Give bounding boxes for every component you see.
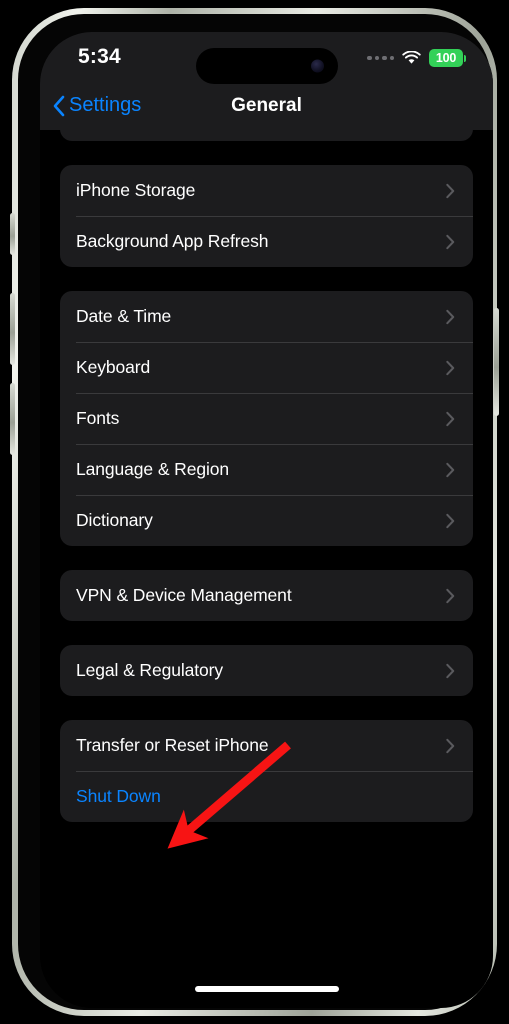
settings-group-storage: iPhone Storage Background App Refresh: [60, 165, 473, 267]
power-button[interactable]: [494, 308, 499, 416]
action-button[interactable]: [10, 213, 15, 255]
settings-row[interactable]: Transfer or Reset iPhone: [60, 720, 473, 771]
settings-row-label: Legal & Regulatory: [76, 660, 224, 680]
wifi-icon: [402, 51, 421, 64]
settings-row-label: Language & Region: [76, 459, 230, 479]
settings-row-label: Date & Time: [76, 306, 172, 326]
settings-row-label: Dictionary: [76, 510, 153, 530]
settings-row-label: Background App Refresh: [76, 231, 269, 251]
chevron-right-icon: [446, 462, 455, 477]
settings-group-legal: Legal & Regulatory: [60, 645, 473, 696]
device-frame: CarPlayiPhone StorageBackground App Refr…: [10, 8, 499, 1016]
settings-scroll-view[interactable]: CarPlayiPhone StorageBackground App Refr…: [40, 32, 493, 1008]
page-title: General: [231, 95, 302, 116]
battery-indicator: 100: [429, 49, 463, 67]
settings-row[interactable]: Legal & Regulatory: [60, 645, 473, 696]
status-indicators: 100: [367, 49, 466, 67]
chevron-right-icon: [446, 411, 455, 426]
volume-up-button[interactable]: [10, 293, 15, 365]
settings-group-vpn: VPN & Device Management: [60, 570, 473, 621]
chevron-right-icon: [446, 588, 455, 603]
settings-row[interactable]: iPhone Storage: [60, 165, 473, 216]
status-time: 5:34: [78, 45, 121, 68]
settings-group-reset: Transfer or Reset iPhone Shut Down: [60, 720, 473, 822]
settings-row-label: Shut Down: [76, 786, 161, 806]
settings-row[interactable]: Shut Down: [60, 771, 473, 822]
chevron-right-icon: [446, 309, 455, 324]
settings-row-label: Keyboard: [76, 357, 151, 377]
volume-down-button[interactable]: [10, 383, 15, 455]
signal-dots-icon: [367, 55, 394, 61]
dynamic-island: [195, 48, 338, 84]
settings-row-label: VPN & Device Management: [76, 585, 292, 605]
settings-row[interactable]: Language & Region: [60, 444, 473, 495]
settings-row[interactable]: VPN & Device Management: [60, 570, 473, 621]
settings-row[interactable]: Fonts: [60, 393, 473, 444]
settings-row-label: Fonts: [76, 408, 120, 428]
front-camera-icon: [310, 59, 324, 73]
settings-group-localization: Date & Time Keyboard Fonts Language & Regio…: [60, 291, 473, 546]
settings-row[interactable]: Keyboard: [60, 342, 473, 393]
phone-screen: CarPlayiPhone StorageBackground App Refr…: [40, 32, 493, 1008]
settings-row-label: iPhone Storage: [76, 180, 196, 200]
chevron-right-icon: [446, 738, 455, 753]
settings-row[interactable]: Date & Time: [60, 291, 473, 342]
home-indicator[interactable]: [194, 986, 339, 992]
chevron-right-icon: [446, 513, 455, 528]
chevron-right-icon: [446, 663, 455, 678]
chevron-right-icon: [446, 360, 455, 375]
chevron-right-icon: [446, 183, 455, 198]
settings-row[interactable]: Background App Refresh: [60, 216, 473, 267]
settings-row-label: Transfer or Reset iPhone: [76, 735, 269, 755]
settings-row[interactable]: Dictionary: [60, 495, 473, 546]
navigation-bar: Settings General: [40, 90, 493, 130]
battery-nub-icon: [464, 54, 466, 62]
chevron-right-icon: [446, 234, 455, 249]
